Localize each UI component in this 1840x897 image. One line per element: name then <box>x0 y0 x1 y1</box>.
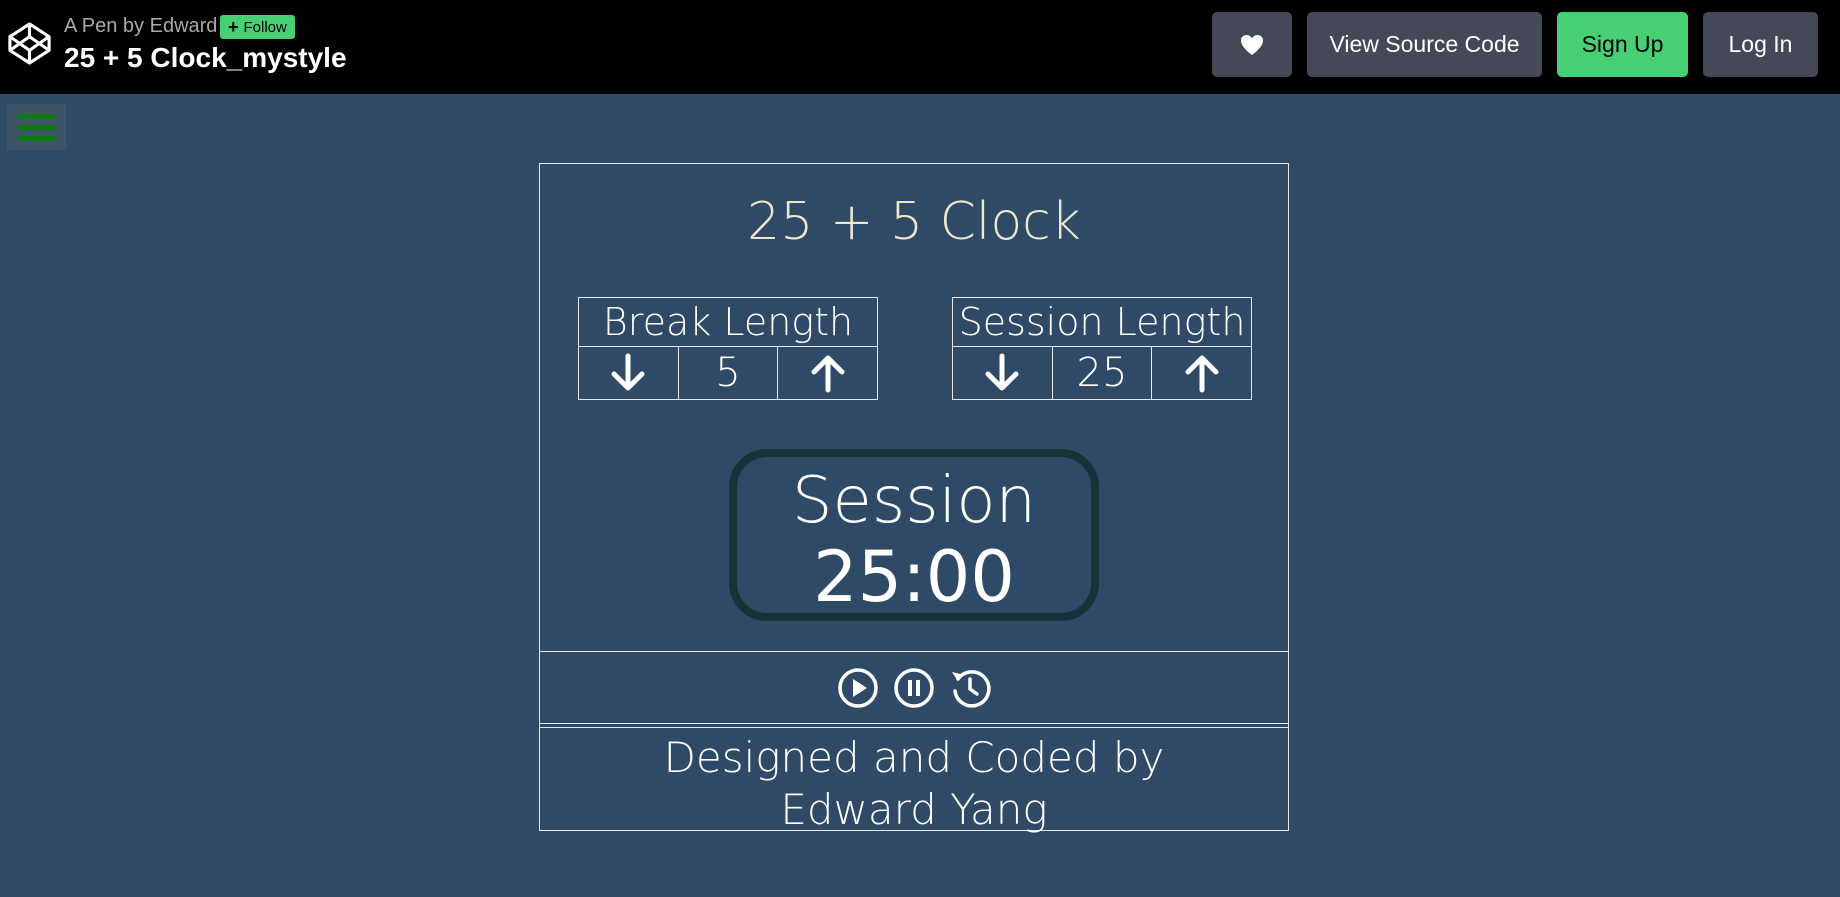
clock-card: 25 + 5 Clock Break Length 5 Session Leng… <box>539 163 1289 834</box>
credit-line-2: Edward Yang <box>780 785 1048 834</box>
hamburger-menu-button[interactable] <box>7 104 66 150</box>
time-left: 25:00 <box>813 536 1015 618</box>
credit-text: Designed and Coded by Edward Yang <box>540 732 1288 836</box>
session-label: Session Length <box>952 297 1252 347</box>
hamburger-icon-bar <box>17 135 56 141</box>
session-decrement-button[interactable] <box>952 347 1053 400</box>
break-increment-button[interactable] <box>778 347 879 400</box>
break-length-value: 5 <box>678 347 779 400</box>
credit-line-1: Designed and Coded by <box>663 733 1165 782</box>
break-length-control: Break Length 5 <box>578 297 879 400</box>
arrow-up-icon <box>811 355 845 393</box>
timer-display: Session 25:00 <box>729 449 1099 621</box>
hamburger-icon-bar <box>17 124 56 130</box>
session-length-value: 25 <box>1052 347 1153 400</box>
arrow-down-icon <box>611 353 645 391</box>
pen-title: 25 + 5 Clock_mystyle <box>64 42 347 73</box>
view-source-button[interactable]: View Source Code <box>1307 12 1542 77</box>
top-bar: A Pen by Edward + Follow 25 + 5 Clock_my… <box>0 0 1840 94</box>
follow-label: Follow <box>243 18 287 36</box>
signup-button[interactable]: Sign Up <box>1557 12 1688 77</box>
plus-icon: + <box>228 17 239 37</box>
break-label: Break Length <box>578 297 878 347</box>
clock-title: 25 + 5 Clock <box>747 192 1081 252</box>
pen-author[interactable]: A Pen by Edward <box>64 15 217 38</box>
timer-label: Session <box>791 464 1037 538</box>
hamburger-icon-bar <box>17 113 56 119</box>
codepen-logo-icon[interactable] <box>6 20 53 67</box>
like-button[interactable] <box>1212 12 1292 77</box>
arrow-up-icon <box>1185 355 1219 393</box>
follow-button[interactable]: + Follow <box>220 15 295 39</box>
play-icon[interactable] <box>837 667 879 709</box>
session-increment-button[interactable] <box>1152 347 1253 400</box>
timer-controls <box>540 651 1288 724</box>
heart-icon <box>1241 34 1263 55</box>
break-decrement-button[interactable] <box>578 347 679 400</box>
session-length-control: Session Length 25 <box>952 297 1253 400</box>
pause-icon[interactable] <box>893 667 935 709</box>
footer-divider <box>540 727 1288 729</box>
login-button[interactable]: Log In <box>1703 12 1818 77</box>
arrow-down-icon <box>985 353 1019 391</box>
reset-icon[interactable] <box>949 667 991 709</box>
